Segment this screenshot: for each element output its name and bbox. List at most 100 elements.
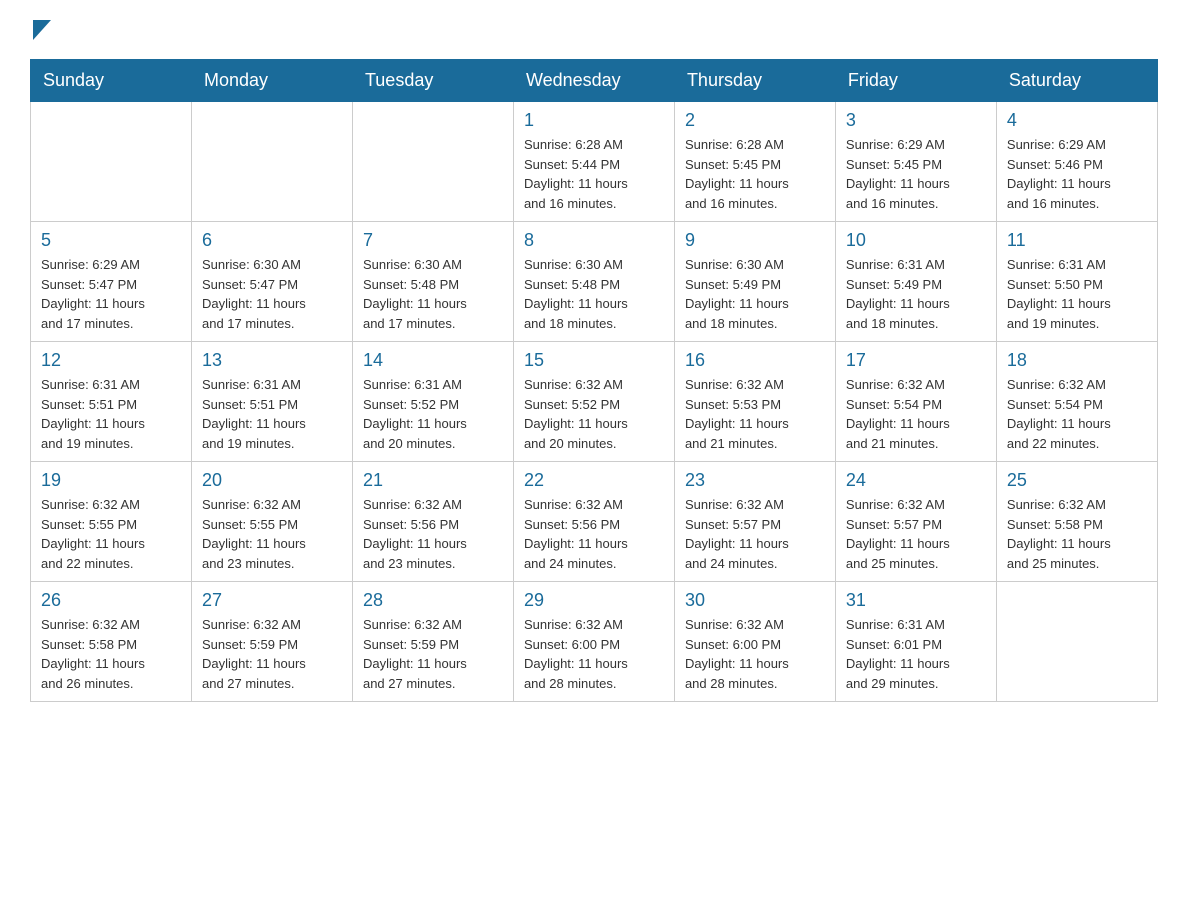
table-row: 4 Sunrise: 6:29 AM Sunset: 5:46 PM Daylig… bbox=[996, 102, 1157, 222]
day-info: Sunrise: 6:32 AM Sunset: 5:53 PM Dayligh… bbox=[685, 375, 825, 453]
day-info: Sunrise: 6:30 AM Sunset: 5:49 PM Dayligh… bbox=[685, 255, 825, 333]
day-info: Sunrise: 6:31 AM Sunset: 5:51 PM Dayligh… bbox=[41, 375, 181, 453]
day-info: Sunrise: 6:32 AM Sunset: 5:56 PM Dayligh… bbox=[363, 495, 503, 573]
day-info: Sunrise: 6:28 AM Sunset: 5:44 PM Dayligh… bbox=[524, 135, 664, 213]
table-row: 26 Sunrise: 6:32 AM Sunset: 5:58 PM Dayli… bbox=[31, 582, 192, 702]
day-number: 25 bbox=[1007, 470, 1147, 491]
table-row: 24 Sunrise: 6:32 AM Sunset: 5:57 PM Dayli… bbox=[835, 462, 996, 582]
day-number: 9 bbox=[685, 230, 825, 251]
day-info: Sunrise: 6:32 AM Sunset: 5:52 PM Dayligh… bbox=[524, 375, 664, 453]
day-number: 26 bbox=[41, 590, 181, 611]
col-thursday: Thursday bbox=[674, 60, 835, 102]
day-number: 2 bbox=[685, 110, 825, 131]
day-number: 31 bbox=[846, 590, 986, 611]
day-number: 22 bbox=[524, 470, 664, 491]
day-info: Sunrise: 6:32 AM Sunset: 6:00 PM Dayligh… bbox=[524, 615, 664, 693]
col-saturday: Saturday bbox=[996, 60, 1157, 102]
day-number: 30 bbox=[685, 590, 825, 611]
calendar-week-row: 19 Sunrise: 6:32 AM Sunset: 5:55 PM Dayli… bbox=[31, 462, 1158, 582]
col-friday: Friday bbox=[835, 60, 996, 102]
table-row: 14Sunrise: 6:31 AM Sunset: 5:52 PM Dayli… bbox=[352, 342, 513, 462]
day-number: 18 bbox=[1007, 350, 1147, 371]
table-row: 10Sunrise: 6:31 AM Sunset: 5:49 PM Dayli… bbox=[835, 222, 996, 342]
day-info: Sunrise: 6:29 AM Sunset: 5:46 PM Dayligh… bbox=[1007, 135, 1147, 213]
day-number: 16 bbox=[685, 350, 825, 371]
day-info: Sunrise: 6:32 AM Sunset: 5:55 PM Dayligh… bbox=[202, 495, 342, 573]
day-info: Sunrise: 6:32 AM Sunset: 5:59 PM Dayligh… bbox=[363, 615, 503, 693]
table-row: 13 Sunrise: 6:31 AM Sunset: 5:51 PM Dayli… bbox=[191, 342, 352, 462]
calendar-week-row: 12Sunrise: 6:31 AM Sunset: 5:51 PM Dayli… bbox=[31, 342, 1158, 462]
day-info: Sunrise: 6:32 AM Sunset: 5:57 PM Dayligh… bbox=[846, 495, 986, 573]
table-row: 31 Sunrise: 6:31 AM Sunset: 6:01 PM Dayli… bbox=[835, 582, 996, 702]
day-info: Sunrise: 6:30 AM Sunset: 5:48 PM Dayligh… bbox=[524, 255, 664, 333]
table-row bbox=[996, 582, 1157, 702]
day-number: 10 bbox=[846, 230, 986, 251]
day-number: 23 bbox=[685, 470, 825, 491]
day-info: Sunrise: 6:31 AM Sunset: 6:01 PM Dayligh… bbox=[846, 615, 986, 693]
day-info: Sunrise: 6:29 AM Sunset: 5:45 PM Dayligh… bbox=[846, 135, 986, 213]
table-row: 8 Sunrise: 6:30 AM Sunset: 5:48 PM Daylig… bbox=[513, 222, 674, 342]
calendar-week-row: 1 Sunrise: 6:28 AM Sunset: 5:44 PM Daylig… bbox=[31, 102, 1158, 222]
table-row: 1 Sunrise: 6:28 AM Sunset: 5:44 PM Daylig… bbox=[513, 102, 674, 222]
col-sunday: Sunday bbox=[31, 60, 192, 102]
day-number: 1 bbox=[524, 110, 664, 131]
col-monday: Monday bbox=[191, 60, 352, 102]
table-row: 30Sunrise: 6:32 AM Sunset: 6:00 PM Dayli… bbox=[674, 582, 835, 702]
table-row: 6 Sunrise: 6:30 AM Sunset: 5:47 PM Daylig… bbox=[191, 222, 352, 342]
day-info: Sunrise: 6:32 AM Sunset: 5:58 PM Dayligh… bbox=[41, 615, 181, 693]
day-info: Sunrise: 6:32 AM Sunset: 5:58 PM Dayligh… bbox=[1007, 495, 1147, 573]
table-row: 21 Sunrise: 6:32 AM Sunset: 5:56 PM Dayli… bbox=[352, 462, 513, 582]
day-number: 4 bbox=[1007, 110, 1147, 131]
table-row: 18Sunrise: 6:32 AM Sunset: 5:54 PM Dayli… bbox=[996, 342, 1157, 462]
day-number: 17 bbox=[846, 350, 986, 371]
calendar-table: Sunday Monday Tuesday Wednesday Thursday… bbox=[30, 59, 1158, 702]
col-wednesday: Wednesday bbox=[513, 60, 674, 102]
day-number: 3 bbox=[846, 110, 986, 131]
day-info: Sunrise: 6:32 AM Sunset: 5:55 PM Dayligh… bbox=[41, 495, 181, 573]
table-row: 23 Sunrise: 6:32 AM Sunset: 5:57 PM Dayli… bbox=[674, 462, 835, 582]
day-number: 6 bbox=[202, 230, 342, 251]
day-number: 21 bbox=[363, 470, 503, 491]
day-number: 14 bbox=[363, 350, 503, 371]
day-info: Sunrise: 6:28 AM Sunset: 5:45 PM Dayligh… bbox=[685, 135, 825, 213]
logo-triangle-icon bbox=[33, 20, 51, 45]
days-header-row: Sunday Monday Tuesday Wednesday Thursday… bbox=[31, 60, 1158, 102]
day-number: 24 bbox=[846, 470, 986, 491]
day-info: Sunrise: 6:30 AM Sunset: 5:47 PM Dayligh… bbox=[202, 255, 342, 333]
day-info: Sunrise: 6:32 AM Sunset: 5:57 PM Dayligh… bbox=[685, 495, 825, 573]
day-number: 20 bbox=[202, 470, 342, 491]
day-number: 8 bbox=[524, 230, 664, 251]
table-row: 3 Sunrise: 6:29 AM Sunset: 5:45 PM Daylig… bbox=[835, 102, 996, 222]
table-row: 19 Sunrise: 6:32 AM Sunset: 5:55 PM Dayli… bbox=[31, 462, 192, 582]
table-row: 28 Sunrise: 6:32 AM Sunset: 5:59 PM Dayli… bbox=[352, 582, 513, 702]
day-info: Sunrise: 6:31 AM Sunset: 5:50 PM Dayligh… bbox=[1007, 255, 1147, 333]
col-tuesday: Tuesday bbox=[352, 60, 513, 102]
day-info: Sunrise: 6:29 AM Sunset: 5:47 PM Dayligh… bbox=[41, 255, 181, 333]
day-number: 5 bbox=[41, 230, 181, 251]
table-row bbox=[191, 102, 352, 222]
table-row: 11 Sunrise: 6:31 AM Sunset: 5:50 PM Dayli… bbox=[996, 222, 1157, 342]
calendar-week-row: 26 Sunrise: 6:32 AM Sunset: 5:58 PM Dayli… bbox=[31, 582, 1158, 702]
day-number: 19 bbox=[41, 470, 181, 491]
day-number: 15 bbox=[524, 350, 664, 371]
day-number: 28 bbox=[363, 590, 503, 611]
day-number: 29 bbox=[524, 590, 664, 611]
page-header bbox=[30, 20, 1158, 41]
table-row: 27Sunrise: 6:32 AM Sunset: 5:59 PM Dayli… bbox=[191, 582, 352, 702]
calendar-week-row: 5 Sunrise: 6:29 AM Sunset: 5:47 PM Daylig… bbox=[31, 222, 1158, 342]
day-number: 13 bbox=[202, 350, 342, 371]
table-row: 2 Sunrise: 6:28 AM Sunset: 5:45 PM Daylig… bbox=[674, 102, 835, 222]
day-number: 27 bbox=[202, 590, 342, 611]
table-row: 12Sunrise: 6:31 AM Sunset: 5:51 PM Dayli… bbox=[31, 342, 192, 462]
table-row: 16 Sunrise: 6:32 AM Sunset: 5:53 PM Dayli… bbox=[674, 342, 835, 462]
day-info: Sunrise: 6:30 AM Sunset: 5:48 PM Dayligh… bbox=[363, 255, 503, 333]
table-row: 22 Sunrise: 6:32 AM Sunset: 5:56 PM Dayli… bbox=[513, 462, 674, 582]
day-number: 7 bbox=[363, 230, 503, 251]
table-row: 15 Sunrise: 6:32 AM Sunset: 5:52 PM Dayli… bbox=[513, 342, 674, 462]
table-row: 17Sunrise: 6:32 AM Sunset: 5:54 PM Dayli… bbox=[835, 342, 996, 462]
table-row: 20 Sunrise: 6:32 AM Sunset: 5:55 PM Dayli… bbox=[191, 462, 352, 582]
day-number: 11 bbox=[1007, 230, 1147, 251]
day-info: Sunrise: 6:31 AM Sunset: 5:51 PM Dayligh… bbox=[202, 375, 342, 453]
logo bbox=[30, 20, 51, 41]
day-info: Sunrise: 6:32 AM Sunset: 5:56 PM Dayligh… bbox=[524, 495, 664, 573]
